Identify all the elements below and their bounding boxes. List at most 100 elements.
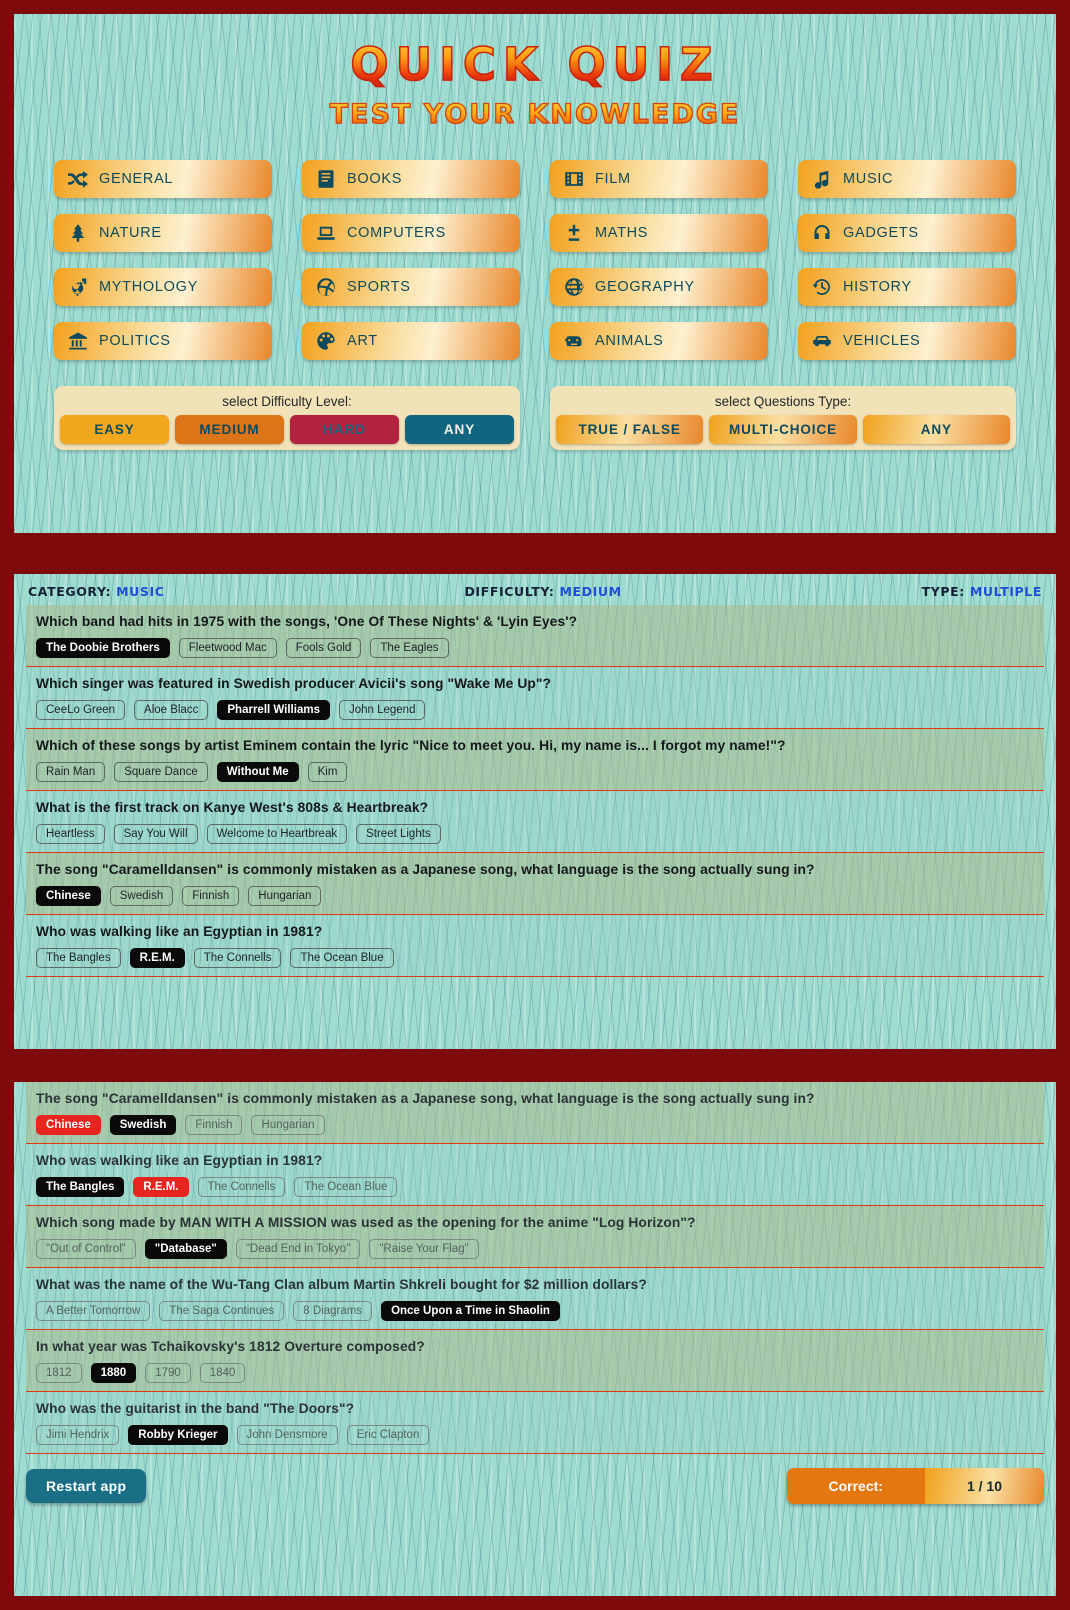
answer-option[interactable]: Street Lights bbox=[356, 824, 441, 844]
answer-option[interactable]: The Connells bbox=[197, 1177, 286, 1197]
category-label: GEOGRAPHY bbox=[595, 279, 695, 295]
answer-option[interactable]: "Raise Your Flag" bbox=[369, 1239, 479, 1259]
answer-option[interactable]: A Better Tomorrow bbox=[36, 1301, 151, 1321]
answer-option[interactable]: R.E.M. bbox=[129, 948, 185, 968]
answer-option[interactable]: Without Me bbox=[216, 762, 299, 782]
category-label: VEHICLES bbox=[843, 333, 921, 349]
answer-option[interactable]: Chinese bbox=[36, 886, 101, 906]
question-text: Which band had hits in 1975 with the son… bbox=[36, 614, 578, 629]
difficulty-any-button[interactable]: ANY bbox=[405, 415, 514, 444]
qtype-true-false-button[interactable]: TRUE / FALSE bbox=[556, 415, 704, 444]
answer-option[interactable]: 8 Diagrams bbox=[293, 1301, 373, 1321]
category-button-books[interactable]: BOOKS bbox=[302, 160, 520, 198]
category-button-film[interactable]: FILM bbox=[550, 160, 768, 198]
answer-option[interactable]: Jimi Hendrix bbox=[36, 1425, 120, 1445]
category-button-art[interactable]: ART bbox=[302, 322, 520, 360]
hippo-icon bbox=[564, 331, 584, 351]
globe-icon bbox=[564, 277, 584, 297]
answer-option[interactable]: Finnish bbox=[185, 1115, 243, 1135]
answer-option[interactable]: The Bangles bbox=[36, 1177, 125, 1197]
answer-option[interactable]: Pharrell Williams bbox=[217, 700, 330, 720]
question-item: Who was walking like an Egyptian in 1981… bbox=[26, 915, 1044, 977]
results-question-list: The song "Caramelldansen" is commonly mi… bbox=[26, 1082, 1044, 1454]
category-button-nature[interactable]: NATURE bbox=[54, 214, 272, 252]
answer-option[interactable]: 1840 bbox=[199, 1363, 246, 1383]
answer-option[interactable]: The Bangles bbox=[36, 948, 121, 968]
answer-option[interactable]: Welcome to Heartbreak bbox=[206, 824, 348, 844]
answer-option[interactable]: Fools Gold bbox=[285, 638, 362, 658]
answer-option[interactable]: "Dead End in Tokyo" bbox=[235, 1239, 361, 1259]
category-button-history[interactable]: HISTORY bbox=[798, 268, 1016, 306]
category-button-sports[interactable]: SPORTS bbox=[302, 268, 520, 306]
results-panel: The song "Caramelldansen" is commonly mi… bbox=[14, 1082, 1056, 1596]
answer-option[interactable]: The Ocean Blue bbox=[290, 948, 394, 968]
answer-row: The Bangles R.E.M. The Connells The Ocean B… bbox=[36, 1177, 1034, 1197]
answer-option[interactable]: "Out of Control" bbox=[36, 1239, 136, 1259]
answer-option[interactable]: CeeLo Green bbox=[36, 700, 126, 720]
category-label: HISTORY bbox=[843, 279, 912, 295]
answer-option[interactable]: Hungarian bbox=[248, 886, 322, 906]
category-button-politics[interactable]: POLITICS bbox=[54, 322, 272, 360]
laptop-icon bbox=[316, 223, 336, 243]
answer-option[interactable]: The Connells bbox=[193, 948, 282, 968]
category-button-computers[interactable]: COMPUTERS bbox=[302, 214, 520, 252]
answer-option[interactable]: Hungarian bbox=[251, 1115, 325, 1135]
answer-row: A Better Tomorrow The Saga Continues 8 Dia… bbox=[36, 1301, 1034, 1321]
answer-option[interactable]: "Database" bbox=[144, 1239, 227, 1259]
answer-option[interactable]: Fleetwood Mac bbox=[178, 638, 277, 658]
answer-option[interactable]: Aloe Blacc bbox=[134, 700, 209, 720]
options-row: select Difficulty Level: EASY MEDIUM HAR… bbox=[54, 386, 1016, 450]
quiz-category-value: MUSIC bbox=[116, 584, 165, 599]
answer-option[interactable]: 1812 bbox=[36, 1363, 82, 1383]
category-button-general[interactable]: GENERAL bbox=[54, 160, 272, 198]
clock-history-icon bbox=[812, 277, 832, 297]
answer-option[interactable]: Once Upon a Time in Shaolin bbox=[381, 1301, 560, 1321]
answer-option[interactable]: Swedish bbox=[109, 886, 174, 906]
answer-row: Chinese Swedish Finnish Hungarian bbox=[36, 886, 1034, 906]
difficulty-medium-button[interactable]: MEDIUM bbox=[175, 415, 284, 444]
category-button-mythology[interactable]: MYTHOLOGY bbox=[54, 268, 272, 306]
answer-option[interactable]: 1790 bbox=[145, 1363, 191, 1383]
answer-option[interactable]: 1880 bbox=[90, 1363, 137, 1383]
answer-row: Rain Man Square Dance Without Me Kim bbox=[36, 762, 1034, 782]
category-button-geography[interactable]: GEOGRAPHY bbox=[550, 268, 768, 306]
answer-option[interactable]: Square Dance bbox=[114, 762, 208, 782]
answer-option[interactable]: John Legend bbox=[338, 700, 426, 720]
answer-option[interactable]: Kim bbox=[307, 762, 348, 782]
restart-app-button[interactable]: Restart app bbox=[26, 1469, 147, 1503]
answer-option[interactable]: Rain Man bbox=[36, 762, 106, 782]
question-type-buttons: TRUE / FALSE MULTI-CHOICE ANY bbox=[556, 415, 1010, 444]
category-button-gadgets[interactable]: GADGETS bbox=[798, 214, 1016, 252]
question-type-card: select Questions Type: TRUE / FALSE MULT… bbox=[550, 386, 1016, 450]
answer-option[interactable]: The Ocean Blue bbox=[294, 1177, 398, 1197]
score-box: Correct: 1 / 10 bbox=[786, 1468, 1044, 1504]
answer-option[interactable]: Robby Krieger bbox=[128, 1425, 228, 1445]
category-button-maths[interactable]: MATHS bbox=[550, 214, 768, 252]
answer-option[interactable]: Swedish bbox=[109, 1115, 177, 1135]
difficulty-easy-button[interactable]: EASY bbox=[60, 415, 169, 444]
mars-venus-icon bbox=[68, 277, 88, 297]
answer-option[interactable]: Chinese bbox=[36, 1115, 101, 1135]
answer-option[interactable]: John Densmore bbox=[236, 1425, 338, 1445]
qtype-multi-choice-button[interactable]: MULTI-CHOICE bbox=[709, 415, 857, 444]
answer-option[interactable]: R.E.M. bbox=[133, 1177, 189, 1197]
answer-option[interactable]: Say You Will bbox=[113, 824, 198, 844]
difficulty-hard-button[interactable]: HARD bbox=[290, 415, 399, 444]
film-icon bbox=[564, 169, 584, 189]
category-label: GENERAL bbox=[99, 171, 174, 187]
difficulty-label: select Difficulty Level: bbox=[222, 394, 352, 409]
answer-option[interactable]: Finnish bbox=[182, 886, 240, 906]
answer-option[interactable]: Eric Clapton bbox=[346, 1425, 430, 1445]
category-button-music[interactable]: MUSIC bbox=[798, 160, 1016, 198]
answer-row: CeeLo Green Aloe Blacc Pharrell Williams Jo… bbox=[36, 700, 1034, 720]
answer-option[interactable]: The Eagles bbox=[370, 638, 449, 658]
category-button-vehicles[interactable]: VEHICLES bbox=[798, 322, 1016, 360]
answer-option[interactable]: The Doobie Brothers bbox=[36, 638, 170, 658]
qtype-any-button[interactable]: ANY bbox=[862, 415, 1010, 444]
answer-option[interactable]: The Saga Continues bbox=[159, 1301, 285, 1321]
quiz-difficulty: DIFFICULTY: MEDIUM bbox=[464, 584, 621, 599]
plus-minus-icon bbox=[564, 223, 584, 243]
answer-option[interactable]: Heartless bbox=[36, 824, 105, 844]
category-button-animals[interactable]: ANIMALS bbox=[550, 322, 768, 360]
shuffle-icon bbox=[68, 169, 88, 189]
